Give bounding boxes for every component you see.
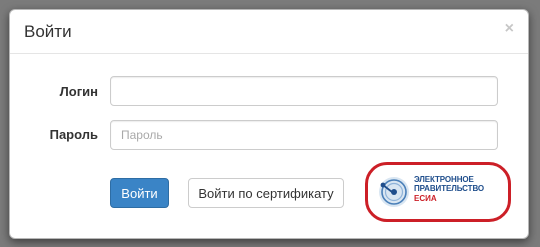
- esia-line-2: ПРАВИТЕЛЬСТВО: [414, 184, 485, 193]
- dialog-header: Войти ×: [10, 10, 528, 54]
- close-icon[interactable]: ×: [505, 21, 514, 37]
- esia-logo-text: ЭЛЕКТРОННОЕ ПРАВИТЕЛЬСТВО ЕСИА: [414, 175, 484, 203]
- certificate-login-button[interactable]: Войти по сертификату: [188, 178, 344, 208]
- login-input[interactable]: [110, 76, 498, 106]
- esia-line-3: ЕСИА: [414, 194, 437, 203]
- dialog-title: Войти: [24, 22, 72, 41]
- esia-line-1: ЭЛЕКТРОННОЕ: [414, 175, 474, 184]
- login-dialog: Войти × Логин Пароль Войти Войти по серт…: [9, 9, 529, 239]
- login-button[interactable]: Войти: [110, 178, 169, 208]
- login-label: Логин: [59, 84, 98, 99]
- esia-highlight-ring: ЭЛЕКТРОННОЕ ПРАВИТЕЛЬСТВО ЕСИА: [365, 162, 511, 222]
- esia-emblem-icon: [379, 177, 409, 207]
- esia-login-logo[interactable]: ЭЛЕКТРОННОЕ ПРАВИТЕЛЬСТВО ЕСИА: [377, 171, 502, 213]
- password-label: Пароль: [49, 127, 98, 142]
- password-input[interactable]: [110, 120, 498, 150]
